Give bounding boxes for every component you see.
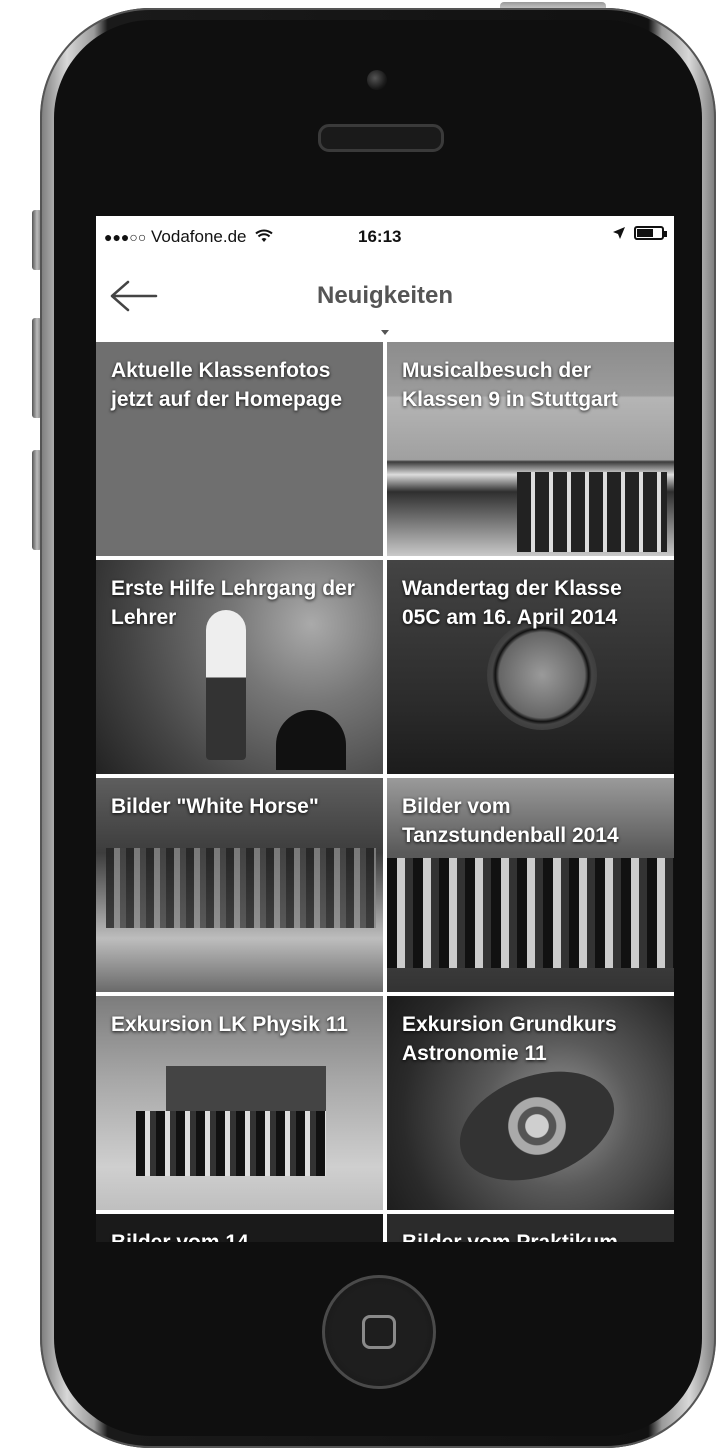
news-tile[interactable]: Bilder "White Horse" <box>96 778 383 992</box>
news-tile[interactable]: Aktuelle Klassenfotos jetzt auf der Home… <box>96 342 383 556</box>
news-tile[interactable]: Wandertag der Klasse 05C am 16. April 20… <box>387 560 674 774</box>
news-grid: Aktuelle Klassenfotos jetzt auf der Home… <box>96 342 674 1242</box>
status-bar: ●●●○○ Vodafone.de 16:13 <box>96 216 674 256</box>
news-tile[interactable]: Erste Hilfe Lehrgang der Lehrer <box>96 560 383 774</box>
front-camera <box>367 70 387 90</box>
wifi-icon <box>255 229 273 242</box>
news-title: Bilder vom Praktikum <box>402 1228 664 1242</box>
carrier-info: ●●●○○ Vodafone.de <box>104 227 273 247</box>
news-title: Exkursion LK Physik 11 <box>111 1013 348 1036</box>
carrier-name: Vodafone.de <box>151 227 247 246</box>
news-tile[interactable]: Bilder vom Praktikum <box>387 1214 674 1242</box>
page-title: Neuigkeiten <box>316 282 454 309</box>
signal-strength-icon: ●●●○○ <box>104 229 147 245</box>
news-title: Erste Hilfe Lehrgang der Lehrer <box>111 577 355 629</box>
news-title: Wandertag der Klasse 05C am 16. April 20… <box>402 577 622 629</box>
location-arrow-icon <box>613 227 625 239</box>
news-tile[interactable]: Bilder vom 14. <box>96 1214 383 1242</box>
status-indicators <box>612 226 667 240</box>
news-title: Musicalbesuch der Klassen 9 in Stuttgart <box>402 359 618 411</box>
status-time: 16:13 <box>358 227 402 246</box>
news-tile[interactable]: Exkursion Grundkurs Astronomie 11 <box>387 996 674 1210</box>
news-tile[interactable]: Musicalbesuch der Klassen 9 in Stuttgart <box>387 342 674 556</box>
home-square-icon <box>362 1315 396 1349</box>
earpiece-speaker <box>318 124 444 152</box>
news-tile[interactable]: Exkursion LK Physik 11 <box>96 996 383 1210</box>
news-title: Bilder vom 14. <box>111 1228 373 1242</box>
navigation-bar: Neuigkeiten <box>96 256 674 342</box>
home-button[interactable] <box>322 1275 436 1389</box>
chevron-down-icon <box>381 330 389 335</box>
app-screen: ●●●○○ Vodafone.de 16:13 Neuigkeiten Aktu… <box>96 216 674 1242</box>
news-title: Exkursion Grundkurs Astronomie 11 <box>402 1013 617 1065</box>
battery-icon <box>634 226 667 240</box>
news-title: Aktuelle Klassenfotos jetzt auf der Home… <box>111 359 343 411</box>
news-tile[interactable]: Bilder vom Tanzstundenball 2014 <box>387 778 674 992</box>
news-title: Bilder vom Tanzstundenball 2014 <box>402 795 619 847</box>
news-title: Bilder "White Horse" <box>111 795 319 818</box>
